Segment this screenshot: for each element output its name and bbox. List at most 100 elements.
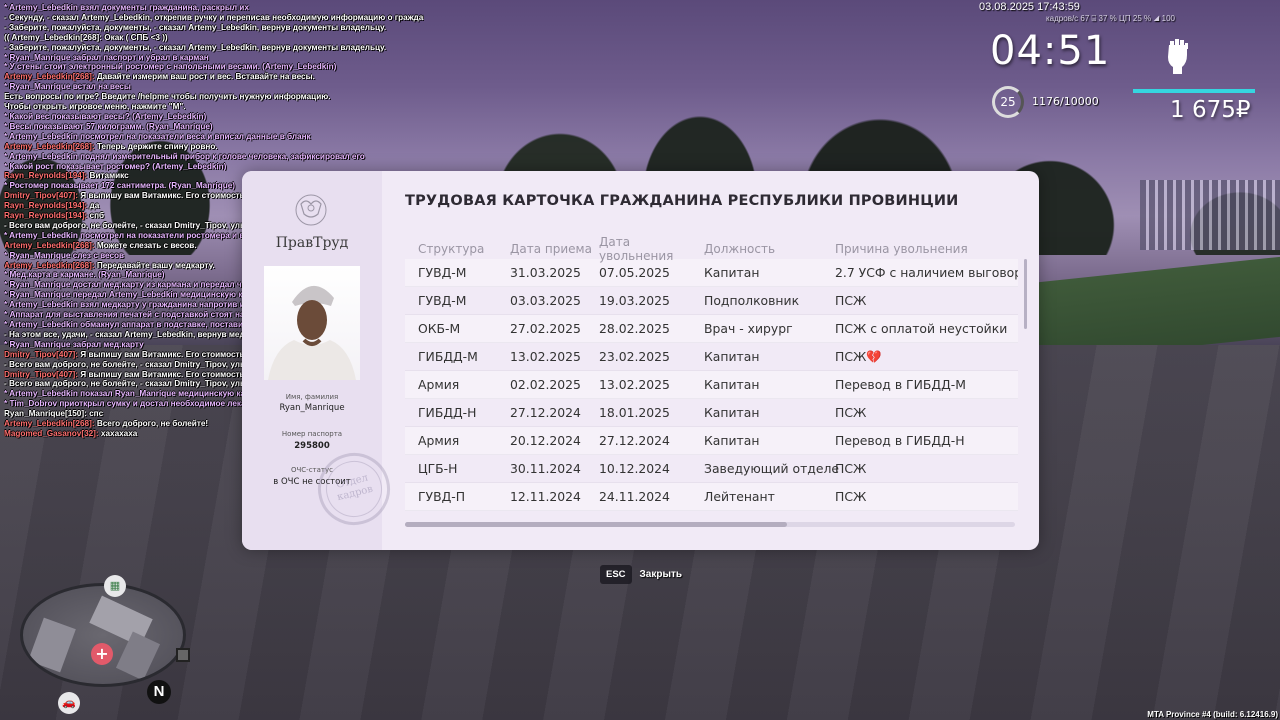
table-cell: ПСЖ (835, 293, 867, 308)
chat-text: * Artemy_Lebedkin посмотрел на показател… (4, 131, 311, 141)
map-building (28, 617, 76, 673)
hud-clock: 04:51 (990, 28, 1111, 74)
chat-line: - Заберите, пожалуйста, документы, - ска… (4, 23, 424, 33)
chat-text: Витамикс (87, 171, 129, 181)
hud-datetime: 03.08.2025 17:43:59 (979, 1, 1080, 13)
chat-author: Artemy_Lebedkin[268]: (4, 419, 95, 429)
chat-text: * Artemy_Lebedkin поднял измерительный п… (4, 151, 365, 161)
table-row[interactable]: Армия 20.12.2024 27.12.2024 Капитан Перевод … (405, 427, 1018, 455)
table-cell: 31.03.2025 (510, 265, 581, 280)
chat-text: - Заберите, пожалуйста, документы, - ска… (4, 22, 387, 32)
table-cell: 27.12.2024 (510, 405, 581, 420)
close-hint[interactable]: ESC Закрыть (600, 565, 682, 584)
org-name: ПравТруд (275, 235, 349, 251)
table-row[interactable]: ГУВД-М 31.03.2025 07.05.2025 Капитан 2.7 УСФ… (405, 259, 1018, 287)
chat-text: * Какой рост показывает ростомер? (Artem… (4, 161, 227, 171)
chat-text: * Мед.карта в кармане. (Ryan_Manrique) (4, 270, 165, 280)
table-cell: ПСЖ (835, 461, 867, 476)
chat-text: Передавайте вашу медкарту. (94, 260, 215, 270)
chat-text: Всего доброго, не болейте! (94, 419, 209, 429)
table-cell: ГИБДД-Н (418, 405, 477, 420)
build-info: MTA Province #4 (build: 6.12416.9) (1147, 710, 1278, 719)
employment-table: Структура Дата приема Дата увольнения До… (405, 235, 1018, 511)
vertical-scrollbar[interactable] (1024, 259, 1027, 329)
table-row[interactable]: ГУВД-М 03.03.2025 19.03.2025 Подполковник ПС… (405, 287, 1018, 315)
chat-line: Artemy_Lebedkin[268]: Теперь держите спи… (4, 142, 424, 152)
table-cell: 2.7 УСФ с наличием выговора (835, 265, 1018, 280)
stamp-line-2: кадров (336, 483, 375, 504)
north-icon: N (147, 680, 171, 704)
chat-author: Rayn_Reynolds[194]: (4, 211, 88, 221)
table-cell: Лейтенант (704, 489, 775, 504)
close-label[interactable]: Закрыть (640, 569, 683, 580)
chat-text: * Ryan_Manrique забрал мед.карту (4, 339, 144, 349)
table-cell: 27.12.2024 (599, 433, 670, 448)
table-cell: Армия (418, 433, 460, 448)
minimap[interactable]: + (20, 583, 186, 687)
table-cell: 10.12.2024 (599, 461, 670, 476)
table-row[interactable]: Армия 02.02.2025 13.02.2025 Капитан Перевод … (405, 371, 1018, 399)
chat-text: - Секунду, - сказал Artemy_Lebedkin, отк… (4, 12, 424, 22)
chat-text: - Заберите, пожалуйста, документы, - ска… (4, 42, 387, 52)
table-cell: ПСЖ (835, 405, 867, 420)
table-cell: Капитан (704, 405, 760, 420)
chat-text: Можете слезать с весов. (94, 240, 197, 250)
table-cell: Подполковник (704, 293, 800, 308)
table-cell: Капитан (704, 433, 760, 448)
column-header: Дата увольнения (599, 235, 674, 263)
table-cell: ПСЖ💔 (835, 348, 882, 364)
chat-line: * Весы показывают 57 килограмм. (Ryan_Ma… (4, 122, 424, 132)
chat-line: * Какой вес показывают весы? (Artemy_Leb… (4, 112, 424, 122)
table-cell: Капитан (704, 377, 760, 392)
table-cell: 13.02.2025 (510, 349, 581, 364)
table-row[interactable]: ЦГБ-Н 30.11.2024 10.12.2024 Заведующий отде… (405, 455, 1018, 483)
chat-text: * Artemy_Lebedkin взял документы граждан… (4, 3, 249, 12)
chat-line: - Секунду, - сказал Artemy_Lebedkin, отк… (4, 13, 424, 23)
table-cell: ГИБДД-М (418, 349, 478, 364)
table-cell: 03.03.2025 (510, 293, 581, 308)
table-cell: 27.02.2025 (510, 321, 581, 336)
table-cell: Армия (418, 377, 460, 392)
chat-line: * Artemy_Lebedkin поднял измерительный п… (4, 152, 424, 162)
horizontal-scroll-thumb[interactable] (405, 522, 787, 527)
table-header: Структура Дата приема Дата увольнения До… (405, 235, 1018, 263)
table-row[interactable]: ОКБ-М 27.02.2025 28.02.2025 Врач - хирург ПС… (405, 315, 1018, 343)
table-cell: ПСЖ (835, 489, 867, 504)
employment-record-modal: ПравТруд Имя, фамилия Ryan_Manrique Номе… (242, 171, 1039, 550)
chat-line: * У стены стоит электронный ростомер с н… (4, 62, 424, 72)
table-row[interactable]: ГИБДД-Н 27.12.2024 18.01.2025 Капитан ПСЖ (405, 399, 1018, 427)
chat-line: (( Artemy_Lebedkin[268]: Окак ( СПБ <3 )… (4, 33, 424, 43)
chat-author: Magomed_Gasanov[32]: (4, 428, 99, 438)
citizen-name: Ryan_Manrique (279, 403, 345, 413)
health-bar (1133, 89, 1255, 93)
chat-text: * Artemy_Lebedkin обмакнул аппарат в под… (4, 320, 279, 329)
chat-line: Есть вопросы по игре? Введите /helpme чт… (4, 92, 424, 102)
table-cell: 02.02.2025 (510, 377, 581, 392)
distant-building (1140, 180, 1280, 250)
table-body[interactable]: ГУВД-М 31.03.2025 07.05.2025 Капитан 2.7 УСФ… (405, 259, 1018, 511)
table-cell: Заведующий отделе (704, 461, 840, 476)
table-cell: ГУВД-М (418, 265, 467, 280)
chat-text: * Ryan_Manrique слез с весов (4, 250, 125, 260)
shop-marker-icon: ▦ (104, 575, 126, 597)
chat-text: хахахаха (98, 428, 138, 438)
chat-line: * Ryan_Manrique встал на весы (4, 82, 424, 92)
table-cell: 20.12.2024 (510, 433, 581, 448)
table-row[interactable]: ГИБДД-М 13.02.2025 23.02.2025 Капитан ПСЖ💔 (405, 343, 1018, 371)
table-cell: 13.02.2025 (599, 377, 670, 392)
chat-author: Rayn_Reynolds[194]: (4, 171, 88, 181)
chat-line: * Artemy_Lebedkin посмотрел на показател… (4, 132, 424, 142)
chat-line: * Ryan_Manrique забрал паспорт и убрал в… (4, 53, 424, 63)
citizen-card-panel: ПравТруд Имя, фамилия Ryan_Manrique Номе… (242, 171, 398, 550)
column-header: Должность (704, 242, 776, 256)
esc-key[interactable]: ESC (600, 565, 632, 584)
table-row[interactable]: ГУВД-П 12.11.2024 24.11.2024 Лейтенант ПСЖ (405, 483, 1018, 511)
chat-text: Теперь держите спину ровно. (94, 141, 218, 151)
chat-text: (( Artemy_Lebedkin[268]: Окак ( СПБ <3 )… (4, 32, 168, 42)
table-cell: ОКБ-М (418, 321, 461, 336)
chat-text: * Ryan_Manrique встал на весы (4, 82, 131, 92)
table-cell: 12.11.2024 (510, 489, 581, 504)
passport-number: 295800 (294, 441, 330, 451)
table-cell: ЦГБ-Н (418, 461, 458, 476)
chat-text: * У стены стоит электронный ростомер с н… (4, 62, 337, 72)
